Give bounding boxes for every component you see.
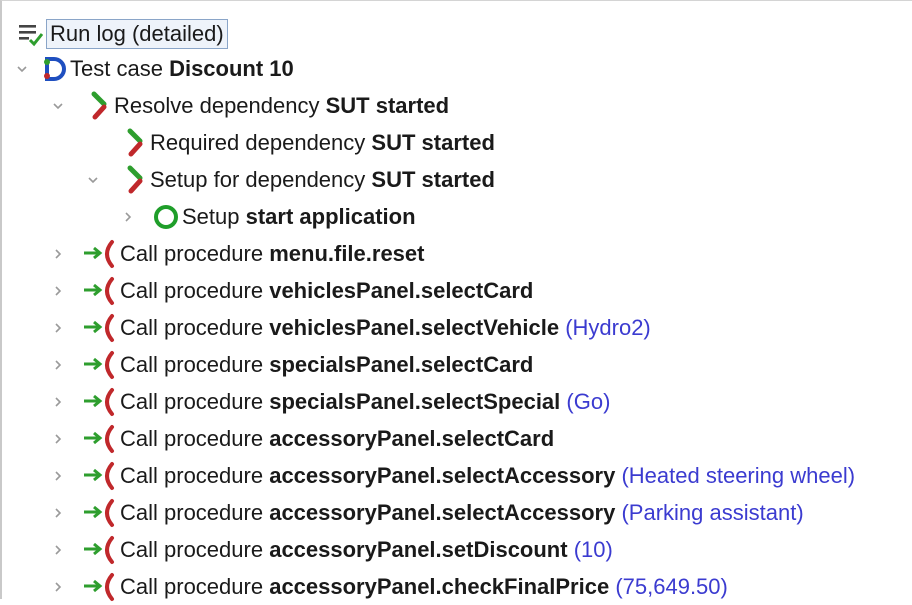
procedure-name: menu.file.reset bbox=[269, 240, 425, 266]
procedure-name: vehiclesPanel.selectCard bbox=[269, 277, 534, 303]
chevron-right-icon[interactable] bbox=[50, 320, 66, 336]
call-procedure-icon bbox=[80, 276, 120, 306]
procedure-name: vehiclesPanel.selectVehicle bbox=[269, 314, 560, 340]
procedure-args: (10) bbox=[573, 536, 613, 562]
call-procedure-icon bbox=[80, 313, 120, 343]
root-label: Run log (detailed) bbox=[46, 18, 228, 49]
tree-root-row[interactable]: Run log (detailed) bbox=[14, 15, 228, 52]
tree-row-call-procedure[interactable]: Call procedure accessoryPanel.setDiscoun… bbox=[50, 531, 613, 568]
call-prefix: Call procedure bbox=[120, 351, 264, 377]
required-prefix: Required dependency bbox=[150, 129, 366, 155]
test-case-prefix: Test case bbox=[70, 55, 163, 81]
tree-row-call-procedure[interactable]: Call procedure accessoryPanel.checkFinal… bbox=[50, 568, 728, 605]
call-prefix: Call procedure bbox=[120, 536, 264, 562]
procedure-name: accessoryPanel.selectAccessory bbox=[269, 462, 616, 488]
call-procedure-icon bbox=[80, 350, 120, 380]
chevron-right-icon[interactable] bbox=[50, 394, 66, 410]
chevron-right-icon[interactable] bbox=[50, 431, 66, 447]
procedure-name: accessoryPanel.checkFinalPrice bbox=[269, 573, 610, 599]
tree-row-call-procedure[interactable]: Call procedure menu.file.reset bbox=[50, 235, 431, 272]
tree-row-call-procedure[interactable]: Call procedure accessoryPanel.selectAcce… bbox=[50, 494, 804, 531]
test-case-name: Discount 10 bbox=[169, 55, 294, 81]
setup-name: start application bbox=[245, 203, 416, 229]
call-prefix: Call procedure bbox=[120, 573, 264, 599]
call-prefix: Call procedure bbox=[120, 388, 264, 414]
tree-row-resolve-dependency[interactable]: Resolve dependency SUT started bbox=[50, 87, 449, 124]
call-prefix: Call procedure bbox=[120, 314, 264, 340]
chevron-right-icon[interactable] bbox=[50, 283, 66, 299]
tree-row-call-procedure[interactable]: Call procedure specialsPanel.selectSpeci… bbox=[50, 383, 610, 420]
call-procedure-icon bbox=[80, 572, 120, 602]
call-procedure-icon bbox=[80, 239, 120, 269]
chevron-right-icon[interactable] bbox=[50, 579, 66, 595]
procedure-args: (Hydro2) bbox=[565, 314, 651, 340]
test-case-icon bbox=[36, 54, 70, 84]
call-prefix: Call procedure bbox=[120, 277, 264, 303]
tree-row-call-procedure[interactable]: Call procedure vehiclesPanel.selectVehic… bbox=[50, 309, 651, 346]
procedure-args: (Go) bbox=[566, 388, 611, 414]
call-prefix: Call procedure bbox=[120, 499, 264, 525]
run-log-tree[interactable]: Run log (detailed) Test case Discount 10 bbox=[0, 0, 912, 601]
procedure-name: specialsPanel.selectSpecial bbox=[269, 388, 561, 414]
dependency-icon bbox=[86, 91, 114, 121]
tree-row-required-dependency[interactable]: Required dependency SUT started bbox=[122, 124, 495, 161]
tree-row-call-procedure[interactable]: Call procedure vehiclesPanel.selectCard bbox=[50, 272, 539, 309]
chevron-right-icon[interactable] bbox=[50, 542, 66, 558]
call-procedure-icon bbox=[80, 387, 120, 417]
required-name: SUT started bbox=[371, 129, 495, 155]
chevron-right-icon[interactable] bbox=[50, 505, 66, 521]
chevron-down-icon[interactable] bbox=[50, 98, 66, 114]
resolve-name: SUT started bbox=[325, 92, 450, 118]
call-prefix: Call procedure bbox=[120, 462, 264, 488]
tree-row-setup[interactable]: Setup start application bbox=[120, 198, 416, 235]
tree-row-call-procedure[interactable]: Call procedure accessoryPanel.selectAcce… bbox=[50, 457, 855, 494]
call-procedure-icon bbox=[80, 461, 120, 491]
call-prefix: Call procedure bbox=[120, 240, 264, 266]
chevron-down-icon[interactable] bbox=[14, 61, 30, 77]
tree-row-setup-dependency[interactable]: Setup for dependency SUT started bbox=[85, 161, 495, 198]
setup-dep-name: SUT started bbox=[371, 166, 495, 192]
call-procedure-icon bbox=[80, 498, 120, 528]
run-log-icon bbox=[14, 19, 46, 49]
chevron-down-icon[interactable] bbox=[85, 172, 101, 188]
procedure-args: (Heated steering wheel) bbox=[621, 462, 856, 488]
chevron-right-icon[interactable] bbox=[50, 246, 66, 262]
setup-prefix: Setup bbox=[182, 203, 240, 229]
setup-dep-prefix: Setup for dependency bbox=[150, 166, 366, 192]
setup-icon bbox=[150, 202, 182, 232]
procedure-args: (75,649.50) bbox=[615, 573, 728, 599]
procedure-name: accessoryPanel.selectCard bbox=[269, 425, 555, 451]
tree-row-call-procedure[interactable]: Call procedure specialsPanel.selectCard bbox=[50, 346, 539, 383]
tree-row-test-case[interactable]: Test case Discount 10 bbox=[14, 50, 294, 87]
dependency-icon bbox=[122, 165, 150, 195]
call-procedure-icon bbox=[80, 424, 120, 454]
dependency-icon bbox=[122, 128, 150, 158]
procedure-name: specialsPanel.selectCard bbox=[269, 351, 534, 377]
chevron-right-icon[interactable] bbox=[120, 209, 136, 225]
procedure-args: (Parking assistant) bbox=[621, 499, 804, 525]
chevron-right-icon[interactable] bbox=[50, 468, 66, 484]
chevron-right-icon[interactable] bbox=[50, 357, 66, 373]
call-procedure-icon bbox=[80, 535, 120, 565]
resolve-prefix: Resolve dependency bbox=[114, 92, 320, 118]
procedure-name: accessoryPanel.setDiscount bbox=[269, 536, 568, 562]
procedure-name: accessoryPanel.selectAccessory bbox=[269, 499, 616, 525]
call-prefix: Call procedure bbox=[120, 425, 264, 451]
tree-row-call-procedure[interactable]: Call procedure accessoryPanel.selectCard bbox=[50, 420, 560, 457]
